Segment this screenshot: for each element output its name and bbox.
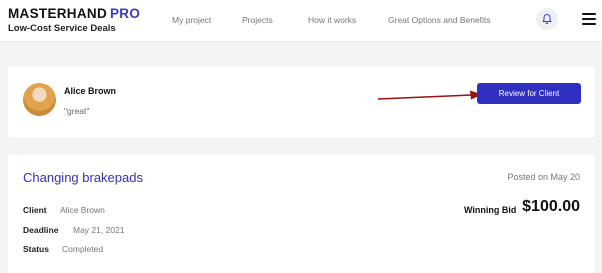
deadline-label: Deadline: [23, 225, 59, 235]
job-details-card: Changing brakepads Posted on May 20 Clie…: [8, 155, 595, 273]
notifications-button[interactable]: [536, 8, 558, 30]
status-label: Status: [23, 244, 49, 254]
brand-tagline: Low-Cost Service Deals: [8, 23, 116, 34]
brand-accent: PRO: [110, 6, 141, 21]
top-navigation-bar: MASTERHAND PRO Low-Cost Service Deals My …: [0, 0, 602, 42]
status-value: Completed: [62, 244, 104, 254]
hamburger-menu-icon[interactable]: [582, 13, 596, 25]
nav-how-it-works[interactable]: How it works: [308, 15, 356, 25]
brand-logo[interactable]: MASTERHAND PRO: [8, 6, 140, 21]
review-text: "great": [64, 106, 90, 116]
winning-bid-amount: $100.00: [522, 198, 580, 215]
posted-date: Posted on May 20: [507, 172, 580, 182]
nav-projects[interactable]: Projects: [242, 15, 273, 25]
annotation-arrow-icon: [377, 90, 482, 100]
winning-bid-label: Winning Bid: [464, 205, 517, 215]
nav-my-project[interactable]: My project: [172, 15, 211, 25]
review-for-client-button[interactable]: Review for Client: [477, 83, 581, 104]
avatar: [23, 83, 56, 116]
brand-name: MASTERHAND: [8, 6, 107, 21]
reviewer-name: Alice Brown: [64, 86, 117, 96]
client-value: Alice Brown: [60, 205, 105, 215]
client-label: Client: [23, 205, 47, 215]
nav-great-options[interactable]: Great Options and Benefits: [388, 15, 491, 25]
bell-icon: [542, 14, 552, 24]
job-title[interactable]: Changing brakepads: [23, 170, 143, 185]
deadline-value: May 21, 2021: [73, 225, 125, 235]
review-card: Alice Brown "great" Review for Client: [8, 67, 595, 137]
